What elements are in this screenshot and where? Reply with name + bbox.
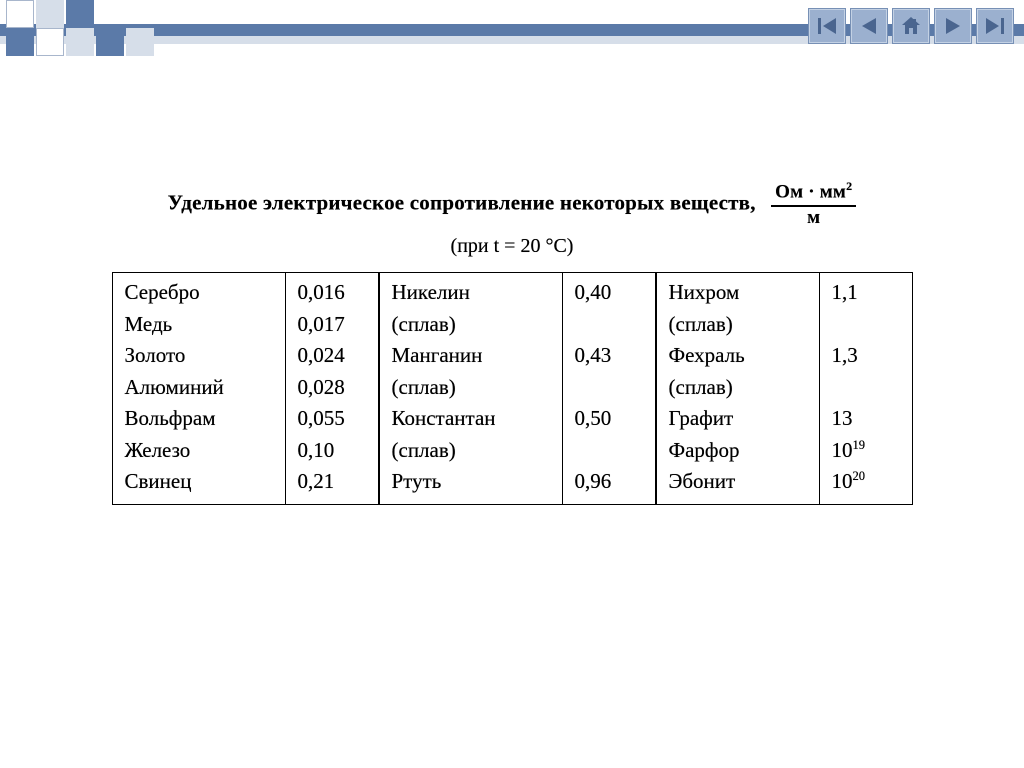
title: Удельное электрическое сопротивление нек… xyxy=(42,180,982,229)
title-text: Удельное электрическое сопротивление нек… xyxy=(168,190,756,214)
nav-toolbar xyxy=(808,8,1014,44)
resistivity-figure: Удельное электрическое сопротивление нек… xyxy=(42,180,982,505)
unit-fraction: Ом · мм2 м xyxy=(771,180,856,229)
home-icon xyxy=(900,15,922,37)
first-icon xyxy=(816,16,838,36)
decorative-header xyxy=(0,0,1024,54)
prev-button[interactable] xyxy=(850,8,888,44)
prev-icon xyxy=(858,16,880,36)
next-button[interactable] xyxy=(934,8,972,44)
table-col-3: Нихром(сплав)Фехраль(сплав)ГрафитФарфорЭ… xyxy=(656,272,913,505)
condition-text: (при t = 20 °C) xyxy=(42,235,982,258)
slide-content: Удельное электрическое сопротивление нек… xyxy=(0,70,1024,768)
next-icon xyxy=(942,16,964,36)
first-button[interactable] xyxy=(808,8,846,44)
last-button[interactable] xyxy=(976,8,1014,44)
table-col-1: СереброМедьЗолотоАлюминийВольфрамЖелезоС… xyxy=(112,272,379,505)
home-button[interactable] xyxy=(892,8,930,44)
table-col-2: Никелин(сплав)Манганин(сплав)Константан(… xyxy=(379,272,656,505)
last-icon xyxy=(984,16,1006,36)
tables-row: СереброМедьЗолотоАлюминийВольфрамЖелезоС… xyxy=(42,272,982,505)
